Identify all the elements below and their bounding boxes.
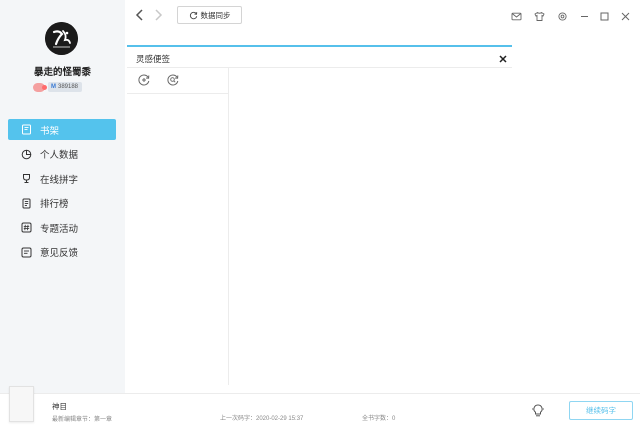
lightbulb-icon (532, 404, 544, 417)
inspiration-notes-panel: 灵感便签 (127, 45, 512, 385)
refresh-icon (189, 11, 197, 19)
sidebar-item-label: 书架 (40, 125, 60, 137)
id-badge-mark-icon: M (51, 84, 56, 90)
search-note-button[interactable] (166, 73, 180, 87)
sidebar-item-label: 个人数据 (40, 150, 79, 162)
latest-chapter: 最新编辑章节：第一章 (52, 417, 113, 423)
sidebar-item-ranking[interactable]: 排行榜 (8, 193, 116, 214)
bookshelf-icon (21, 124, 32, 135)
sidebar-item-personal-data[interactable]: 个人数据 (8, 144, 116, 165)
search-note-icon (167, 74, 179, 86)
add-note-button[interactable] (137, 73, 151, 87)
book-cover[interactable] (9, 386, 34, 422)
mail-button[interactable] (511, 9, 522, 21)
sidebar-item-label: 意见反馈 (40, 248, 79, 260)
sidebar-item-special-events[interactable]: 专题活动 (8, 217, 116, 238)
panel-title: 灵感便签 (136, 54, 171, 64)
sidebar-item-online-typing[interactable]: 在线拼字 (8, 168, 116, 189)
top-bar: 数据同步 (125, 0, 640, 32)
data-sync-button[interactable]: 数据同步 (177, 6, 242, 24)
notes-list (127, 68, 229, 385)
add-note-icon (138, 74, 150, 86)
skin-button[interactable] (534, 9, 545, 21)
user-avatar[interactable] (45, 22, 78, 55)
sidebar-nav: 书架 个人数据 在线拼字 排行榜 专题活动 意见反馈 (8, 119, 116, 267)
tshirt-icon (534, 11, 545, 21)
close-icon (499, 55, 507, 63)
mail-icon (511, 12, 522, 21)
panel-accent-line (127, 45, 512, 47)
minimize-icon (581, 16, 588, 17)
ranking-icon (21, 198, 32, 209)
pie-chart-icon (21, 149, 32, 160)
sidebar-item-bookshelf[interactable]: 书架 (8, 119, 116, 140)
inspiration-button[interactable] (531, 403, 545, 418)
sidebar-item-label: 专题活动 (40, 223, 79, 235)
book-title: 神目 (52, 402, 67, 411)
id-badge-value: 389188 (58, 84, 79, 90)
data-sync-label: 数据同步 (200, 10, 231, 20)
notes-toolbar-divider (127, 93, 229, 94)
user-badges: M 389188 (33, 82, 83, 92)
forward-button[interactable] (152, 8, 164, 22)
sidebar-item-label: 在线拼字 (40, 174, 79, 186)
continue-typing-button[interactable]: 继续码字 (569, 401, 633, 420)
word-count: 全书字数：0 (362, 416, 396, 422)
last-typing-time: 上一次码字：2020-02-29 15:37 (220, 416, 304, 422)
close-window-button[interactable] (620, 9, 631, 21)
sidebar-item-feedback[interactable]: 意见反馈 (8, 242, 116, 263)
maximize-button[interactable] (599, 9, 610, 21)
maximize-icon (600, 12, 609, 21)
username: 暴走的怪蜀黍 (33, 67, 91, 78)
close-icon (621, 12, 630, 21)
minimize-button[interactable] (579, 9, 590, 20)
feedback-icon (21, 247, 32, 258)
sidebar-item-label: 排行榜 (40, 199, 69, 211)
trophy-icon (21, 173, 32, 184)
id-badge: M 389188 (48, 82, 83, 92)
settings-button[interactable] (557, 9, 568, 21)
panel-close-button[interactable] (498, 51, 508, 63)
chevron-right-icon (155, 9, 163, 21)
gear-icon (558, 12, 567, 21)
level-badge-icon (33, 82, 47, 92)
back-button[interactable] (134, 8, 146, 22)
chevron-left-icon (135, 9, 143, 21)
hashtag-icon (21, 222, 32, 233)
sidebar: 暴走的怪蜀黍 M 389188 书架 个人数据 在线拼字 排行榜 专题活动 意见… (0, 0, 125, 393)
